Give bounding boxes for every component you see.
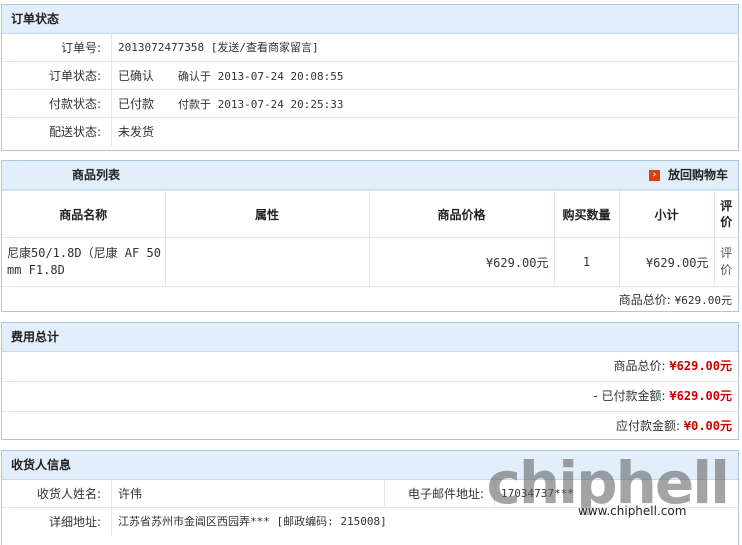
return-to-cart-link[interactable]: › 放回购物车 <box>648 161 728 189</box>
col-header-subtotal: 小计 <box>618 190 715 238</box>
consignee-address-label: 详细地址: <box>2 508 112 536</box>
fee-summary-title: 费用总计 <box>2 323 738 352</box>
product-list-panel: 商品列表 › 放回购物车 商品名称 属性 商品价格 购买数量 小计 评价 尼康5… <box>1 160 739 312</box>
consignee-name-label: 收货人姓名: <box>2 480 112 507</box>
arrow-right-icon: › <box>648 169 660 181</box>
shipping-state-value: 未发货 <box>118 125 155 139</box>
product-attr <box>164 237 370 287</box>
table-row: 尼康50/1.8D（尼康 AF 50mm F1.8D ¥629.00元 1 ¥6… <box>2 237 738 287</box>
consignee-name-value: 许伟 <box>112 480 385 507</box>
payment-state-label: 付款状态: <box>2 90 112 117</box>
chiphell-watermark: chiphell www.chiphell.com <box>487 452 730 524</box>
order-status-panel: 订单状态 订单号: 2013072477358 [发送/查看商家留言] 订单状态… <box>1 4 739 151</box>
order-number-row: 订单号: 2013072477358 [发送/查看商家留言] <box>2 34 738 62</box>
fee-paid-value: ¥629.00元 <box>669 389 732 403</box>
shipping-state-row: 配送状态: 未发货 <box>2 118 738 146</box>
product-list-title: 商品列表 <box>72 168 121 182</box>
fee-goods-total-label: 商品总价: <box>613 359 666 373</box>
order-number-value[interactable]: 2013072477358 [发送/查看商家留言] <box>112 34 319 61</box>
fee-due-label: 应付款金额: <box>616 419 681 433</box>
product-subtotal: ¥629.00元 <box>618 237 715 287</box>
order-number-label: 订单号: <box>2 34 112 61</box>
product-table-header: 商品名称 属性 商品价格 购买数量 小计 评价 <box>2 190 738 238</box>
payment-state-row: 付款状态: 已付款 付款于 2013-07-24 20:25:33 <box>2 90 738 118</box>
return-to-cart-label: 放回购物车 <box>667 168 728 182</box>
order-status-title: 订单状态 <box>2 5 738 34</box>
payment-state-time: 付款于 2013-07-24 20:25:33 <box>178 98 344 111</box>
col-header-review: 评价 <box>713 190 738 238</box>
product-qty: 1 <box>553 237 620 287</box>
product-table: 商品名称 属性 商品价格 购买数量 小计 评价 尼康50/1.8D（尼康 AF … <box>2 190 738 287</box>
shipping-state-label: 配送状态: <box>2 118 112 146</box>
fee-row-goods-total: 商品总价: ¥629.00元 <box>2 352 738 382</box>
consignee-email-label: 电子邮件地址: <box>385 480 495 507</box>
fee-summary-panel: 费用总计 商品总价: ¥629.00元 - 已付款金额: ¥629.00元 应付… <box>1 322 739 440</box>
consignee-address-value: 江苏省苏州市金阊区西园弄*** [邮政编码: 215008] <box>118 515 387 528</box>
payment-state-value: 已付款 <box>118 97 155 111</box>
col-header-attr: 属性 <box>164 190 370 238</box>
order-state-value: 已确认 <box>118 69 155 83</box>
product-name[interactable]: 尼康50/1.8D（尼康 AF 50mm F1.8D <box>2 237 166 287</box>
fee-paid-label: - 已付款金额: <box>593 389 666 403</box>
product-price: ¥629.00元 <box>368 237 555 287</box>
col-header-name: 商品名称 <box>2 190 166 238</box>
col-header-price: 商品价格 <box>368 190 555 238</box>
order-state-row: 订单状态: 已确认 确认于 2013-07-24 20:08:55 <box>2 62 738 90</box>
fee-due-value: ¥0.00元 <box>683 419 732 433</box>
product-total-label: 商品总价: <box>618 293 671 307</box>
product-total-value: ¥629.00元 <box>674 294 732 307</box>
fee-goods-total-value: ¥629.00元 <box>669 359 732 373</box>
order-state-time: 确认于 2013-07-24 20:08:55 <box>178 70 344 83</box>
order-state-label: 订单状态: <box>2 62 112 89</box>
fee-row-due: 应付款金额: ¥0.00元 <box>2 412 738 441</box>
product-review-link[interactable]: 评价 <box>713 237 738 287</box>
fee-row-paid: - 已付款金额: ¥629.00元 <box>2 382 738 412</box>
product-total-row: 商品总价: ¥629.00元 <box>2 287 738 313</box>
chiphell-url: www.chiphell.com <box>578 504 687 518</box>
col-header-qty: 购买数量 <box>553 190 620 238</box>
